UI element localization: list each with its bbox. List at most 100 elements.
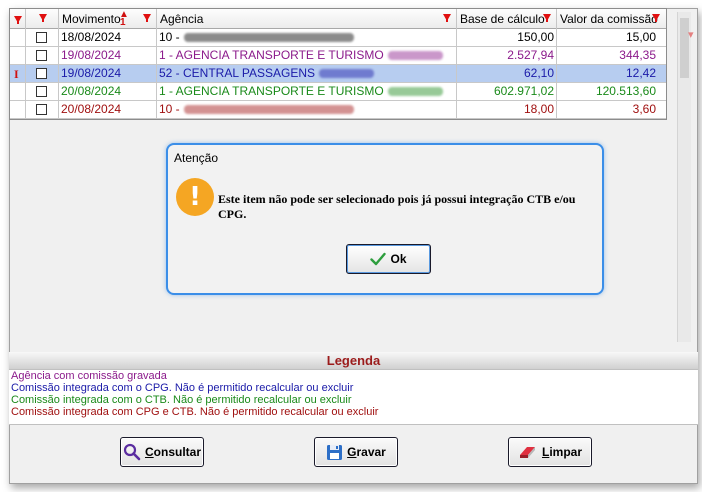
row-checkbox[interactable] <box>36 50 47 61</box>
row-indicator-cell <box>10 29 26 46</box>
vertical-scrollbar[interactable] <box>677 12 691 342</box>
table-row[interactable]: 20/08/2024 1 - AGENCIA TRANSPORTE E TURIS… <box>10 83 666 101</box>
header-comissao-label: Valor da comissão <box>560 12 658 26</box>
limpar-label-rest: impar <box>549 445 583 459</box>
base-cell: 62,10 <box>457 65 557 82</box>
agencia-cell: 1 - AGENCIA TRANSPORTE E TURISMO <box>157 83 457 100</box>
row-check-cell <box>26 65 59 82</box>
gravar-label-rest: ravar <box>356 445 386 459</box>
movimento-cell: 20/08/2024 <box>59 101 157 118</box>
base-cell-text: 62,10 <box>523 66 554 80</box>
row-checkbox[interactable] <box>36 32 47 43</box>
row-check-cell <box>26 83 59 100</box>
header-base-label: Base de cálculo <box>460 12 545 26</box>
redacted-name <box>387 87 443 97</box>
floppy-disk-icon <box>327 444 343 460</box>
consultar-label: Consultar <box>145 445 201 459</box>
legend-title: Legenda <box>9 352 698 369</box>
agencia-cell-text: 10 - <box>159 30 180 44</box>
agencia-cell: 52 - CENTRAL PASSAGENS <box>157 65 457 82</box>
base-cell: 150,00 <box>457 29 557 46</box>
redacted-name <box>387 51 443 61</box>
warning-dialog: Atenção ! Este item não pode ser selecio… <box>166 143 604 295</box>
consultar-label-rest: onsultar <box>153 445 201 459</box>
row-checkbox[interactable] <box>36 86 47 97</box>
movimento-cell-text: 19/08/2024 <box>61 66 122 80</box>
header-agencia[interactable]: Agência <box>157 9 457 29</box>
commission-grid[interactable]: Movimento ▲ 1 Agência Base de cálculo Va… <box>9 8 667 120</box>
comissao-cell-text: 344,35 <box>619 48 656 62</box>
ok-mnemonic: O <box>390 252 400 266</box>
scrollbar-thumb[interactable] <box>680 18 689 78</box>
dialog-title: Atenção <box>174 151 219 165</box>
row-indicator-cell <box>10 83 26 100</box>
movimento-cell: 20/08/2024 <box>59 83 157 100</box>
redacted-name <box>183 105 354 115</box>
filter-icon[interactable] <box>652 14 660 22</box>
base-cell-text: 18,00 <box>523 102 554 116</box>
table-row[interactable]: I 19/08/2024 52 - CENTRAL PASSAGENS 62,10 12… <box>10 65 666 83</box>
agencia-cell: 1 - AGENCIA TRANSPORTE E TURISMO <box>157 47 457 64</box>
legend-item: Comissão integrada com o CTB. Não é perm… <box>11 394 352 406</box>
header-indicator-col[interactable] <box>10 9 26 29</box>
limpar-button[interactable]: Limpar <box>508 437 592 467</box>
legend-item: Comissão integrada com o CPG. Não é perm… <box>11 382 354 394</box>
warning-icon: ! <box>176 178 214 216</box>
row-check-cell <box>26 47 59 64</box>
limpar-label: Limpar <box>542 445 582 459</box>
grid-header: Movimento ▲ 1 Agência Base de cálculo Va… <box>10 9 666 29</box>
header-movimento[interactable]: Movimento ▲ 1 <box>59 9 157 29</box>
filter-icon[interactable] <box>543 14 551 22</box>
menu-arrow-icon[interactable] <box>14 16 22 24</box>
table-row[interactable]: 20/08/2024 10 - 18,00 3,60 <box>10 101 666 119</box>
movimento-cell-text: 19/08/2024 <box>61 48 122 62</box>
table-row[interactable]: 19/08/2024 1 - AGENCIA TRANSPORTE E TURIS… <box>10 47 666 65</box>
legend-item: Comissão integrada com CPG e CTB. Não é … <box>11 406 379 418</box>
header-base[interactable]: Base de cálculo <box>457 9 557 29</box>
comissao-cell-text: 3,60 <box>632 102 656 116</box>
agencia-cell-text: 1 - AGENCIA TRANSPORTE E TURISMO <box>159 84 384 98</box>
movimento-cell-text: 20/08/2024 <box>61 84 122 98</box>
filter-icon[interactable] <box>443 14 451 22</box>
base-cell-text: 150,00 <box>517 30 554 44</box>
agencia-cell-text: 10 - <box>159 102 180 116</box>
movimento-cell-text: 20/08/2024 <box>61 102 122 116</box>
base-cell: 2.527,94 <box>457 47 557 64</box>
ok-button[interactable]: Ok <box>346 244 431 274</box>
consultar-button[interactable]: Consultar <box>120 437 204 467</box>
movimento-cell: 19/08/2024 <box>59 65 157 82</box>
base-cell-text: 2.527,94 <box>507 48 554 62</box>
movimento-cell: 19/08/2024 <box>59 47 157 64</box>
comissao-cell: 120.513,60 <box>557 83 666 100</box>
hidden-action-icon: ▾ <box>688 29 694 41</box>
comissao-cell-text: 120.513,60 <box>595 84 656 98</box>
legend-item: Agência com comissão gravada <box>11 370 167 382</box>
filter-icon[interactable] <box>39 14 47 22</box>
gravar-button[interactable]: Gravar <box>314 437 398 467</box>
base-cell: 602.971,02 <box>457 83 557 100</box>
row-check-cell <box>26 101 59 118</box>
header-comissao[interactable]: Valor da comissão <box>557 9 666 29</box>
row-checkbox[interactable] <box>36 104 47 115</box>
eraser-icon <box>519 447 535 458</box>
comissao-cell: 15,00 <box>557 29 666 46</box>
row-checkbox[interactable] <box>36 68 47 79</box>
row-indicator-cell: I <box>10 65 26 82</box>
legend-box: Agência com comissão gravada Comissão in… <box>9 369 698 425</box>
comissao-cell-text: 12,42 <box>625 66 656 80</box>
row-indicator-cell <box>10 47 26 64</box>
header-check-col[interactable] <box>26 9 59 29</box>
movimento-cell-text: 18/08/2024 <box>61 30 122 44</box>
header-agencia-label: Agência <box>160 12 204 26</box>
comissao-cell: 344,35 <box>557 47 666 64</box>
filter-icon[interactable] <box>143 14 151 22</box>
row-edit-indicator: I <box>14 67 19 81</box>
header-movimento-label: Movimento <box>62 12 121 26</box>
sort-order-number: 1 <box>120 17 126 28</box>
app-window: Movimento ▲ 1 Agência Base de cálculo Va… <box>0 0 702 492</box>
agencia-cell: 10 - <box>157 29 457 46</box>
agencia-cell: 10 - <box>157 101 457 118</box>
table-row[interactable]: 18/08/2024 10 - 150,00 15,00 <box>10 29 666 47</box>
movimento-cell: 18/08/2024 <box>59 29 157 46</box>
comissao-cell: 3,60 <box>557 101 666 118</box>
